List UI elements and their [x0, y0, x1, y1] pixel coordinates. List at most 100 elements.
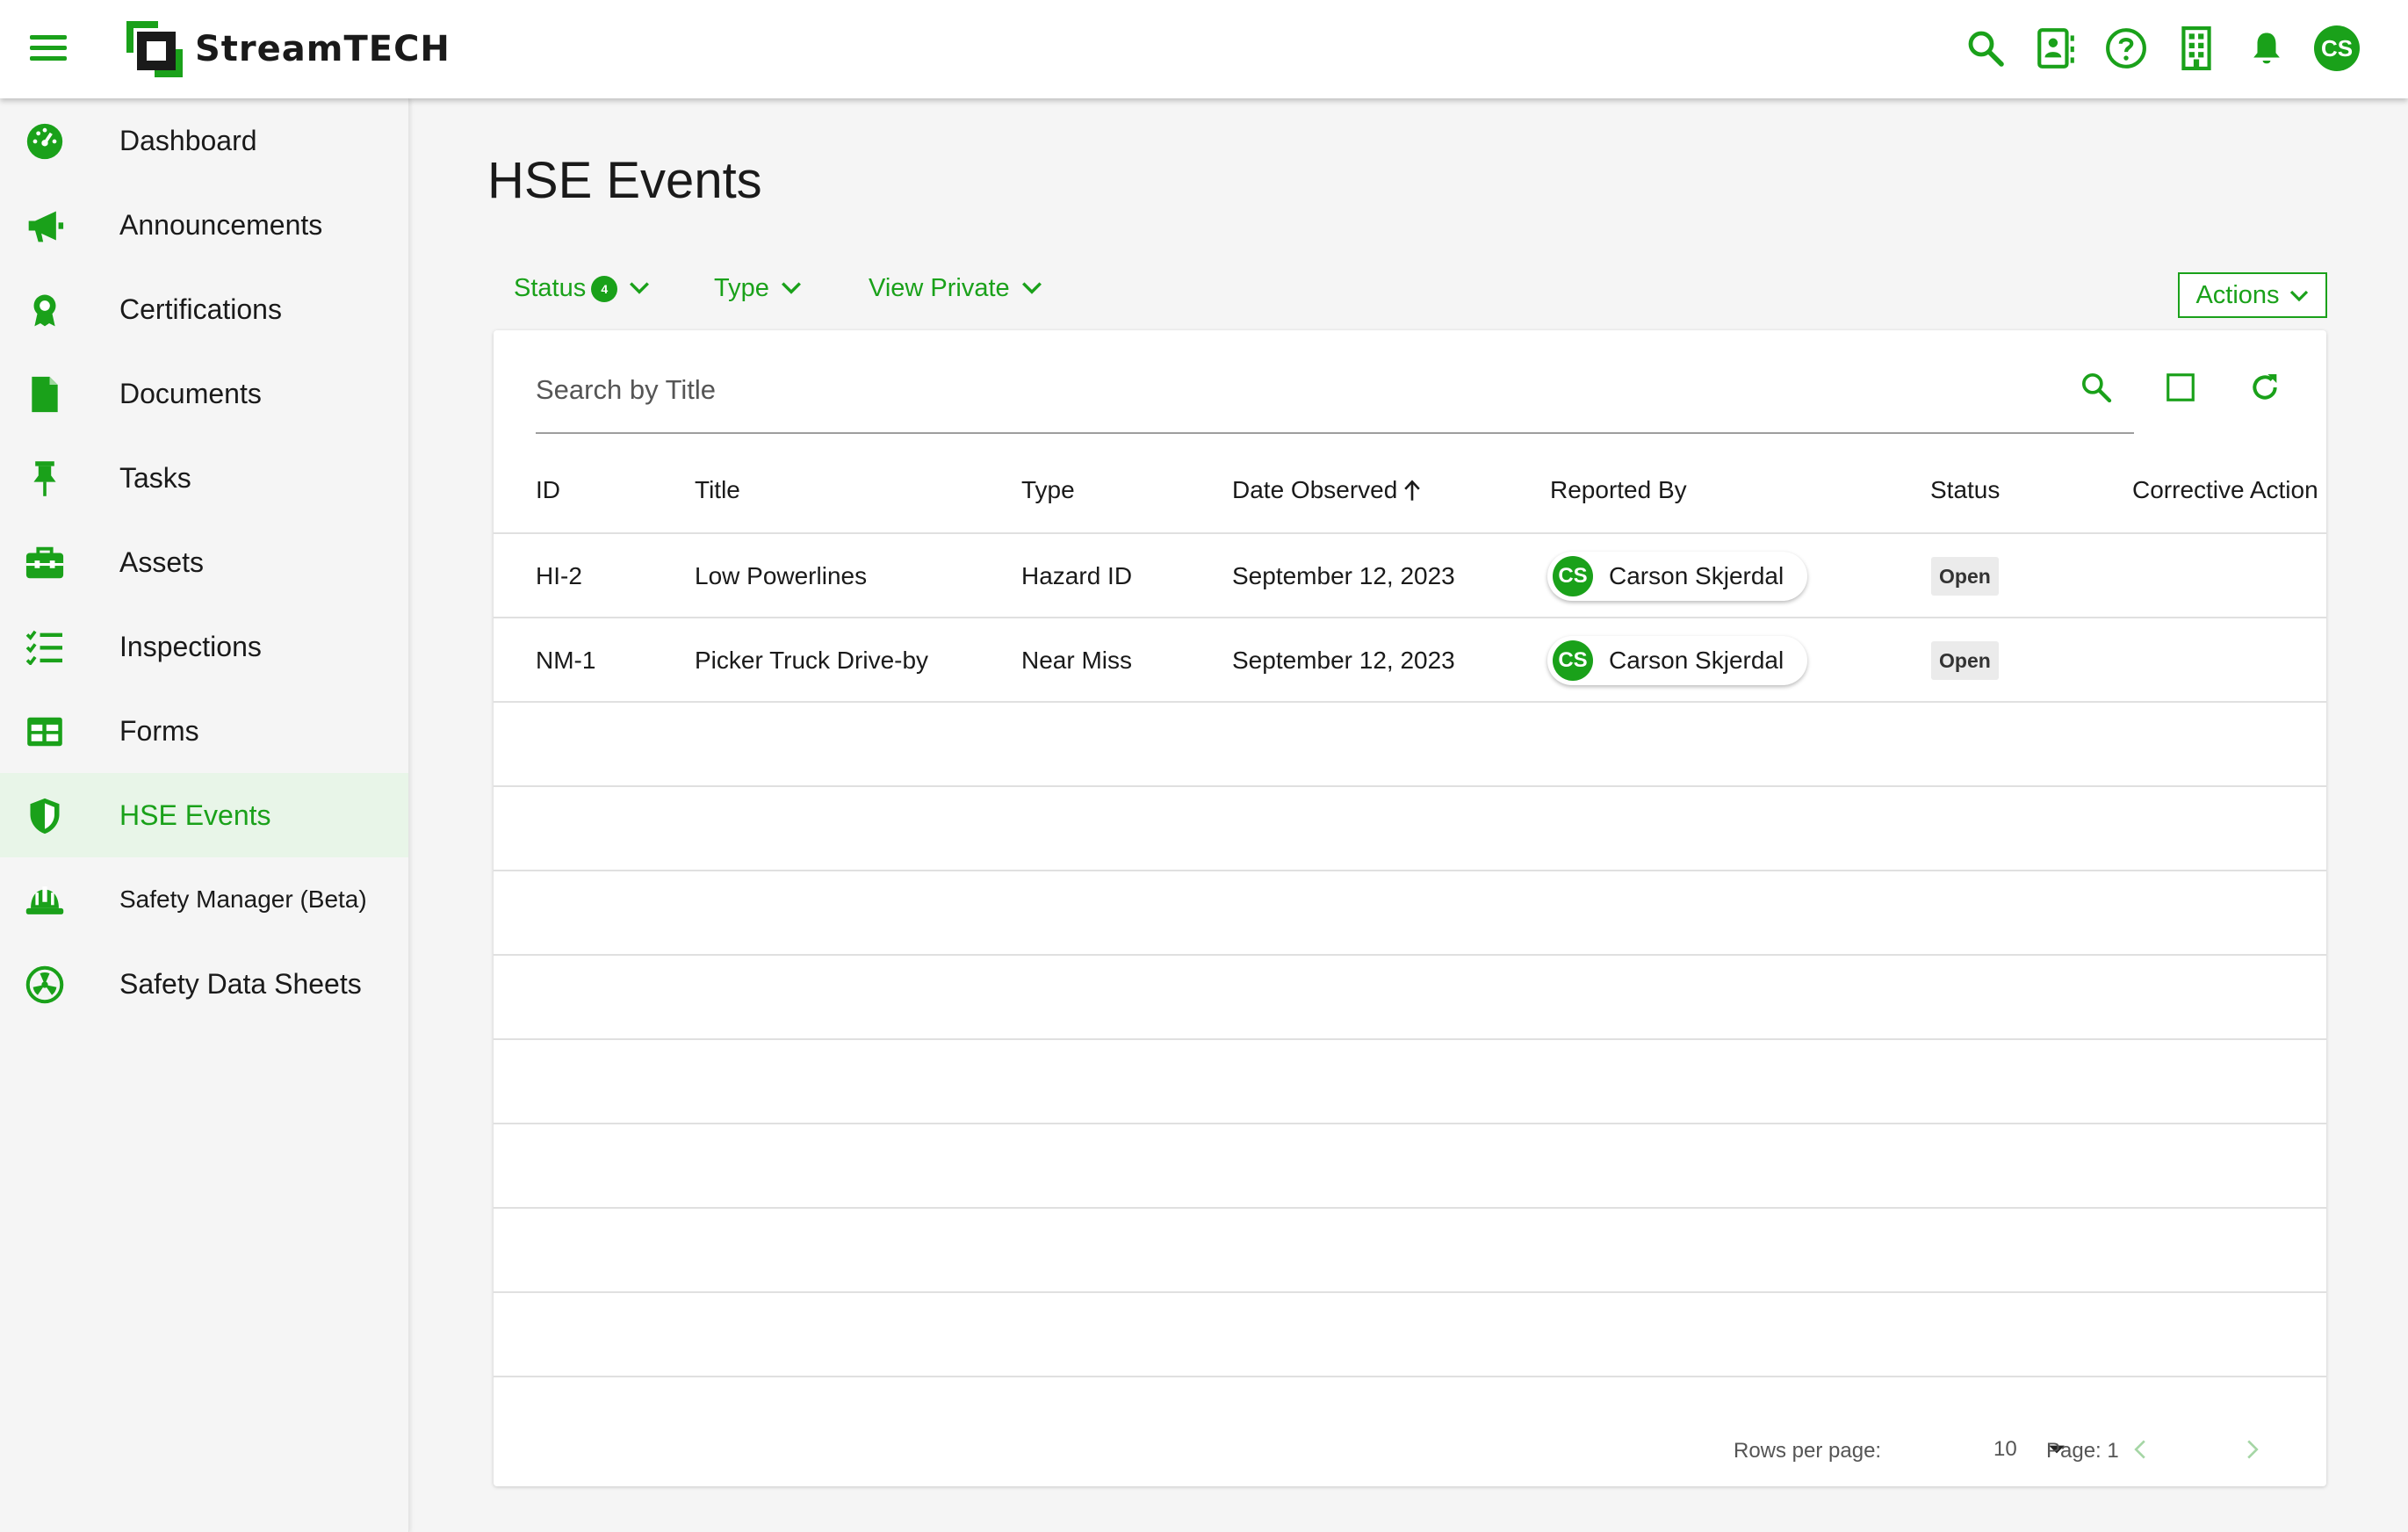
empty-table-row — [494, 703, 2326, 787]
sidebar-item-label: Documents — [119, 377, 262, 409]
sidebar-nav: Dashboard Announcements Certifications D… — [0, 98, 409, 1532]
status-filter-count-badge: 4 — [591, 275, 618, 302]
search-icon[interactable] — [2074, 365, 2118, 409]
sidebar-item-label: Dashboard — [119, 124, 257, 156]
status-filter-button[interactable]: Status 4 — [514, 274, 651, 303]
chevron-down-icon — [780, 274, 803, 303]
sidebar-item-label: Certifications — [119, 293, 282, 325]
menu-icon[interactable] — [30, 35, 67, 63]
rows-per-page-label: Rows per page: — [1734, 1439, 1882, 1463]
bell-icon[interactable] — [2241, 23, 2292, 74]
cell-date: September 12, 2023 — [1232, 562, 1455, 589]
view-private-label: View Private — [869, 274, 1010, 302]
ribbon-icon — [25, 290, 65, 330]
speedometer-icon — [25, 121, 65, 162]
chevron-down-icon — [628, 274, 651, 303]
building-icon[interactable] — [2171, 23, 2222, 74]
sidebar-item-label: Safety Manager (Beta) — [119, 885, 367, 913]
cell-id: NM-1 — [536, 647, 596, 674]
help-icon[interactable] — [2101, 23, 2152, 74]
search-icon[interactable] — [1960, 23, 2011, 74]
hardhat-icon — [25, 880, 65, 921]
status-badge: Open — [1931, 641, 1999, 680]
top-app-bar: StreamTECH CS — [0, 0, 2408, 98]
cell-title: Picker Truck Drive-by — [695, 647, 929, 674]
select-all-checkbox-icon[interactable] — [2159, 365, 2203, 409]
brand-logo[interactable]: StreamTECH — [123, 16, 451, 83]
avatar: CS — [1553, 640, 1593, 681]
column-header-id[interactable]: ID — [536, 476, 560, 504]
contact-card-icon[interactable] — [2030, 23, 2081, 74]
sidebar-item-certifications[interactable]: Certifications — [0, 267, 408, 351]
column-header-reported-by[interactable]: Reported By — [1550, 476, 1687, 504]
type-filter-button[interactable]: Type — [714, 274, 803, 303]
empty-table-row — [494, 787, 2326, 871]
sidebar-item-announcements[interactable]: Announcements — [0, 183, 408, 267]
avatar: CS — [1553, 556, 1593, 596]
page-title: HSE Events — [487, 152, 762, 209]
toolbox-icon — [25, 543, 65, 583]
hazard-icon — [25, 965, 65, 1005]
table-row[interactable]: NM-1 Picker Truck Drive-by Near Miss Sep… — [494, 618, 2326, 703]
streamtech-logo-icon — [123, 18, 186, 81]
main-content: HSE Events Status 4 Type View Private Ac… — [410, 98, 2408, 1532]
sidebar-item-safety-manager[interactable]: Safety Manager (Beta) — [0, 857, 408, 942]
next-page-icon[interactable] — [2239, 1435, 2267, 1463]
document-icon — [25, 374, 65, 415]
sidebar-item-safety-data-sheets[interactable]: Safety Data Sheets — [0, 942, 408, 1026]
actions-button[interactable]: Actions — [2178, 272, 2327, 318]
empty-table-row — [494, 1124, 2326, 1209]
empty-table-row — [494, 1209, 2326, 1293]
column-header-date-observed[interactable]: Date Observed — [1232, 476, 1422, 504]
chevron-down-icon — [2289, 281, 2310, 310]
chevron-down-icon — [1020, 274, 1043, 303]
checklist-icon — [25, 627, 65, 668]
view-private-filter-button[interactable]: View Private — [869, 274, 1043, 303]
shield-icon — [25, 796, 65, 836]
cell-date: September 12, 2023 — [1232, 647, 1455, 674]
reporter-chip[interactable]: CS Carson Skjerdal — [1547, 636, 1807, 685]
sidebar-item-forms[interactable]: Forms — [0, 689, 408, 773]
user-avatar[interactable]: CS — [2311, 23, 2362, 74]
sidebar-item-hse-events[interactable]: HSE Events — [0, 773, 408, 857]
table-header: ID Title Type Date Observed Reported By … — [494, 450, 2326, 534]
sidebar-item-label: Tasks — [119, 461, 191, 494]
refresh-icon[interactable] — [2243, 365, 2287, 409]
sidebar-item-label: Assets — [119, 546, 205, 578]
table-icon — [25, 712, 65, 752]
empty-table-row — [494, 1293, 2326, 1377]
reporter-name: Carson Skjerdal — [1609, 562, 1784, 589]
sidebar-item-label: HSE Events — [119, 799, 271, 831]
column-header-corrective-action[interactable]: Corrective Action — [2132, 476, 2318, 504]
previous-page-icon[interactable] — [2126, 1435, 2154, 1463]
column-header-status[interactable]: Status — [1930, 476, 2000, 504]
type-filter-label: Type — [714, 274, 769, 302]
sidebar-item-label: Forms — [119, 714, 199, 747]
sort-ascending-icon — [1402, 479, 1422, 502]
sidebar-item-assets[interactable]: Assets — [0, 520, 408, 604]
search-input[interactable] — [536, 365, 2029, 415]
column-header-title[interactable]: Title — [695, 476, 740, 504]
empty-table-row — [494, 1040, 2326, 1124]
status-filter-label: Status — [514, 274, 587, 302]
events-table-card: ID Title Type Date Observed Reported By … — [494, 330, 2326, 1486]
table-row[interactable]: HI-2 Low Powerlines Hazard ID September … — [494, 534, 2326, 618]
actions-label: Actions — [2195, 280, 2280, 309]
column-header-date-label: Date Observed — [1232, 476, 1398, 503]
cell-type: Near Miss — [1021, 647, 1133, 674]
reporter-chip[interactable]: CS Carson Skjerdal — [1547, 552, 1807, 601]
empty-table-row — [494, 871, 2326, 956]
table-pagination: Rows per page: 10 Page: 1 — [494, 1411, 2326, 1486]
column-header-type[interactable]: Type — [1021, 476, 1075, 504]
sidebar-item-inspections[interactable]: Inspections — [0, 604, 408, 689]
sidebar-item-dashboard[interactable]: Dashboard — [0, 98, 408, 183]
sidebar-item-tasks[interactable]: Tasks — [0, 436, 408, 520]
sidebar-item-label: Inspections — [119, 630, 262, 662]
status-badge: Open — [1931, 557, 1999, 596]
empty-table-row — [494, 956, 2326, 1040]
reporter-name: Carson Skjerdal — [1609, 647, 1784, 674]
pin-icon — [25, 459, 65, 499]
sidebar-item-documents[interactable]: Documents — [0, 351, 408, 436]
brand-name: StreamTECH — [195, 29, 451, 69]
search-bar — [536, 350, 2134, 434]
